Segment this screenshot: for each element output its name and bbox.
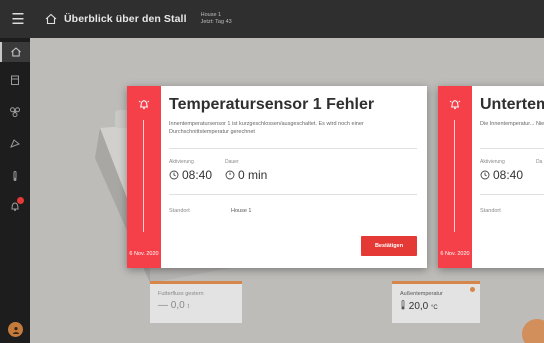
barn-icon	[11, 75, 19, 85]
tile-outside-temperature[interactable]: Außentemperatur 20,0 °C	[392, 281, 480, 323]
divider	[480, 148, 544, 149]
house-day: Jetzt: Tag 43	[200, 19, 232, 25]
tile-feed-yesterday[interactable]: Futterfluss gestern — 0,0 t	[150, 281, 242, 323]
divider	[480, 194, 544, 195]
alarm-card: 6 Nov. 2020 Untertem Die Innentemperatur…	[438, 86, 544, 268]
user-icon	[12, 326, 19, 334]
tile-label: Futterfluss gestern	[158, 291, 204, 297]
fan-icon	[10, 107, 20, 118]
house-name: House 1	[200, 12, 222, 18]
tile-label: Außentemperatur	[400, 291, 443, 297]
sidebar-item-climate[interactable]	[0, 102, 30, 122]
alarm-card: 6 Nov. 2020 Temperatursensor 1 Fehler In…	[127, 86, 427, 268]
top-bar: ☰ Überblick über den Stall House 1 Jetzt…	[0, 0, 544, 38]
thermometer-icon	[401, 300, 405, 310]
duration-value: 0 min	[225, 168, 267, 182]
page-title: Überblick über den Stall	[64, 13, 187, 25]
action-button[interactable]	[522, 319, 544, 343]
divider	[169, 194, 417, 195]
tile-value: — 0,0 t	[158, 300, 190, 311]
status-dot	[470, 287, 475, 292]
tile-value: 20,0 °C	[400, 300, 438, 312]
confirm-button[interactable]: Bestätigen	[361, 236, 417, 256]
timeline-line	[143, 120, 144, 232]
location-label: Standort	[480, 208, 501, 214]
alarm-date: 6 Nov. 2020	[440, 251, 470, 257]
timeline-line	[454, 120, 455, 232]
main-area: Futterfluss gestern — 0,0 t Außentempera…	[30, 38, 544, 343]
activation-value: 08:40	[480, 168, 523, 182]
sidebar-item-overview[interactable]	[0, 42, 30, 62]
location-label: Standort	[169, 208, 190, 214]
sidebar-item-temperature[interactable]	[0, 166, 30, 186]
activation-label: Aktivierung	[169, 159, 194, 165]
sidebar	[0, 38, 30, 343]
alarm-strip: 6 Nov. 2020	[438, 86, 472, 268]
duration-label: Dauer	[225, 159, 239, 165]
timer-icon	[225, 170, 235, 180]
sidebar-item-alarms[interactable]	[0, 196, 30, 216]
location-value: House 1	[231, 208, 252, 214]
alarm-strip: 6 Nov. 2020	[127, 86, 161, 268]
home-icon	[11, 47, 21, 57]
sidebar-item-barn[interactable]	[0, 70, 30, 90]
home-icon[interactable]	[44, 12, 58, 26]
bell-icon	[449, 100, 461, 110]
divider	[169, 148, 417, 149]
feed-icon	[10, 139, 20, 148]
bell-icon	[138, 100, 150, 110]
thermometer-icon	[13, 171, 17, 181]
alarm-date: 6 Nov. 2020	[129, 251, 159, 257]
clock-icon	[480, 170, 490, 180]
sidebar-item-feed[interactable]	[0, 134, 30, 154]
duration-label: Da	[536, 159, 543, 165]
avatar[interactable]	[8, 322, 23, 337]
alarm-badge	[17, 197, 24, 204]
alarm-title: Untertem	[480, 96, 544, 113]
house-selector[interactable]: House 1 Jetzt: Tag 43	[201, 12, 232, 26]
alarm-description: Die Innentemperatur... Niedrige Temperat…	[480, 121, 544, 127]
menu-icon[interactable]: ☰	[0, 0, 36, 38]
clock-icon	[169, 170, 179, 180]
activation-label: Aktivierung	[480, 159, 505, 165]
alarm-title: Temperatursensor 1 Fehler	[169, 96, 375, 113]
alarm-description: Innentemperatursensor 1 ist kurzgeschlos…	[169, 121, 364, 135]
activation-value: 08:40	[169, 168, 212, 182]
